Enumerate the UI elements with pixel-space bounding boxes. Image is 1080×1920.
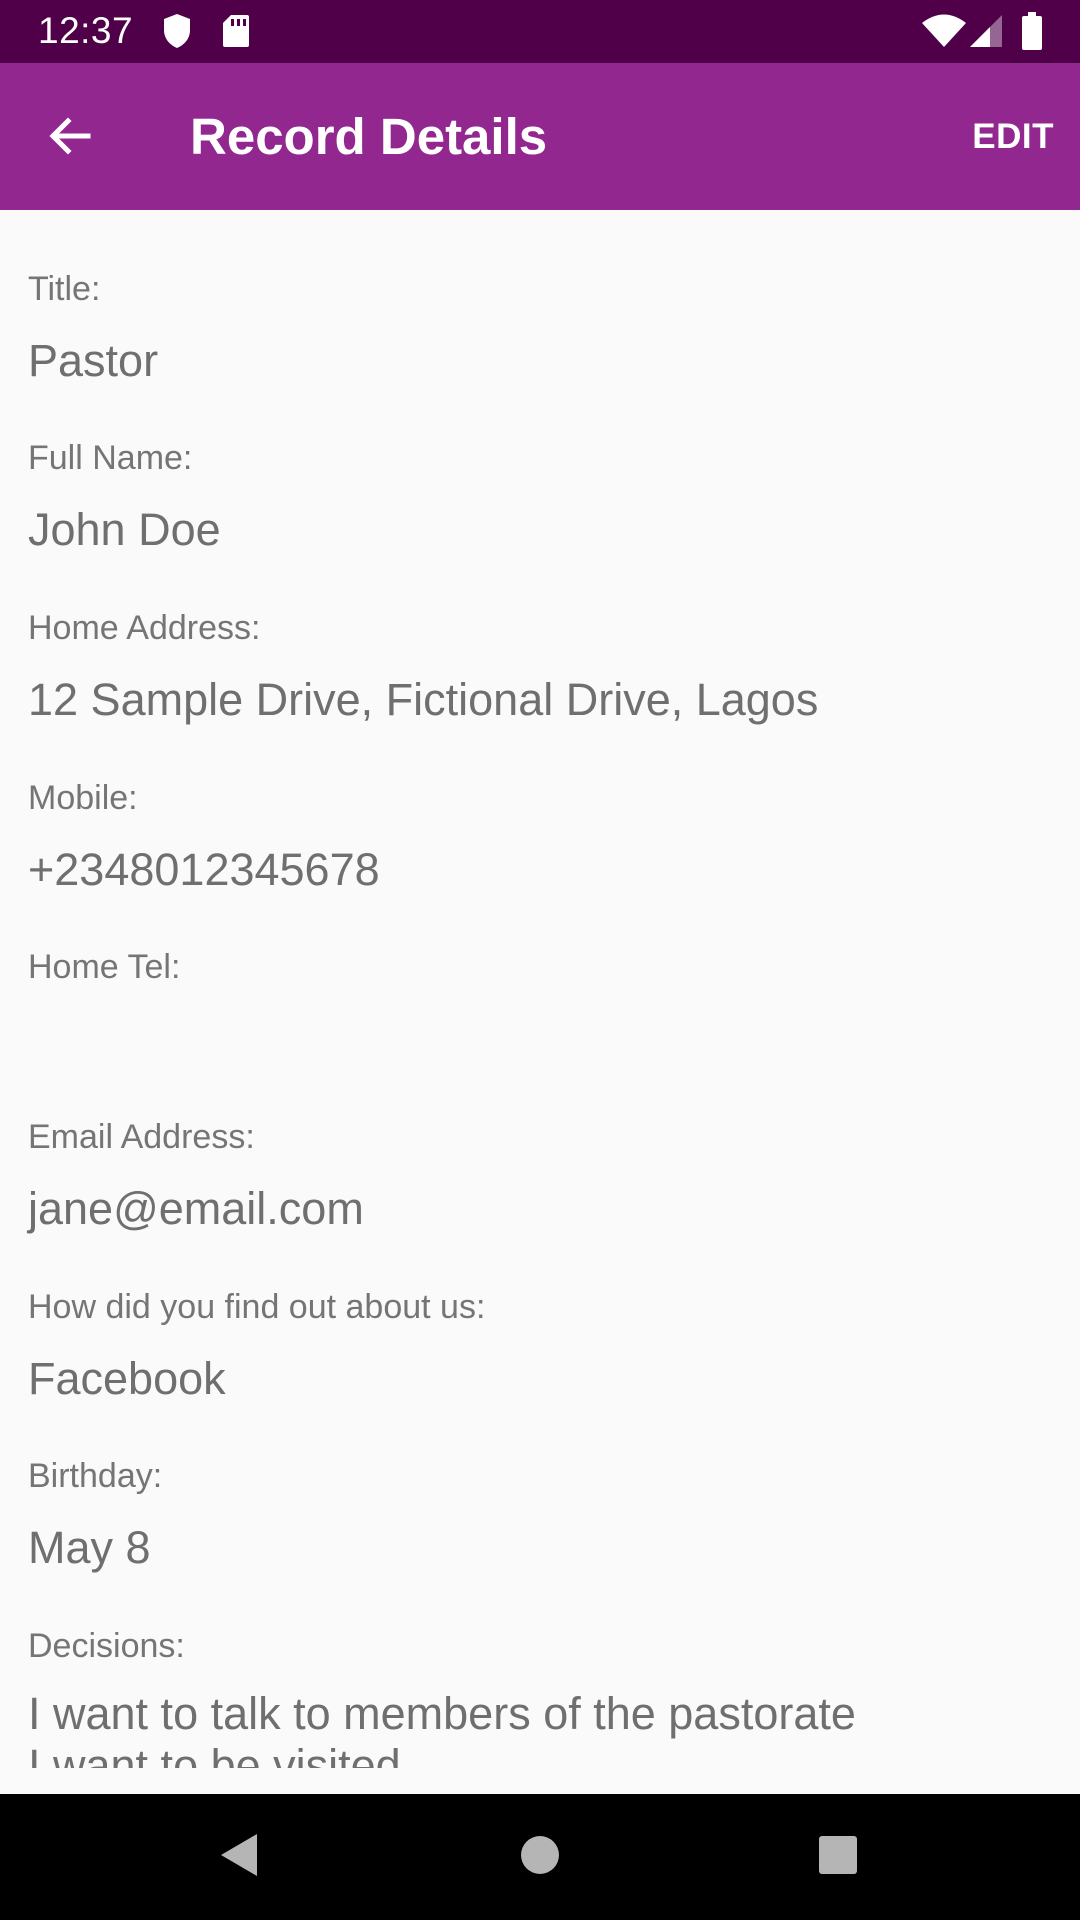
- birthday-label: Birthday:: [28, 1457, 163, 1495]
- system-nav-bar: [0, 1794, 1080, 1920]
- status-time: 12:37: [38, 10, 134, 51]
- record-details-content: Title: Pastor Full Name: John Doe Home A…: [0, 210, 1080, 1768]
- back-triangle-icon: [217, 1832, 259, 1883]
- mobile-value: +2348012345678: [28, 844, 380, 895]
- nav-home-button[interactable]: [500, 1822, 580, 1892]
- title-value: Pastor: [28, 335, 159, 386]
- page-title: Record Details: [190, 108, 548, 165]
- status-bar: 12:37: [0, 0, 1080, 63]
- edit-button[interactable]: EDIT: [972, 115, 1054, 159]
- home-tel-field: Home Tel:: [28, 947, 1058, 1013]
- birthday-field: Birthday: May 8: [28, 1456, 1058, 1574]
- arrow-back-icon: [46, 112, 94, 165]
- nav-back-button[interactable]: [198, 1822, 278, 1892]
- back-button[interactable]: [30, 98, 110, 178]
- email-label: Email Address:: [28, 1118, 255, 1156]
- mobile-label: Mobile:: [28, 779, 138, 817]
- referral-value: Facebook: [28, 1353, 226, 1404]
- wifi-icon: [921, 14, 967, 53]
- email-value: jane@email.com: [28, 1183, 364, 1234]
- full-name-value: John Doe: [28, 504, 221, 555]
- title-label: Title:: [28, 270, 101, 308]
- decisions-field: Decisions:: [28, 1626, 1058, 1666]
- home-address-field: Home Address: 12 Sample Drive, Fictional…: [28, 608, 1058, 726]
- full-name-field: Full Name: John Doe: [28, 438, 1058, 556]
- referral-label: How did you find out about us:: [28, 1288, 486, 1326]
- battery-icon: [1021, 11, 1043, 56]
- birthday-value: May 8: [28, 1522, 151, 1573]
- mobile-field: Mobile: +2348012345678: [28, 778, 1058, 896]
- cell-signal-icon: [968, 14, 1004, 53]
- title-field: Title: Pastor: [28, 269, 1058, 387]
- app-bar: Record Details EDIT: [0, 63, 1080, 210]
- home-tel-label: Home Tel:: [28, 948, 181, 986]
- shield-icon: [162, 13, 192, 54]
- decision-line: I want to be visited: [28, 1740, 401, 1768]
- sd-card-icon: [222, 14, 250, 53]
- full-name-label: Full Name:: [28, 439, 193, 477]
- decision-line: I want to talk to members of the pastora…: [28, 1688, 856, 1739]
- nav-recents-button[interactable]: [798, 1822, 878, 1892]
- home-address-value: 12 Sample Drive, Fictional Drive, Lagos: [28, 674, 819, 725]
- home-circle-icon: [520, 1835, 560, 1880]
- decisions-label: Decisions:: [28, 1627, 185, 1665]
- referral-field: How did you find out about us: Facebook: [28, 1287, 1058, 1405]
- recents-square-icon: [818, 1835, 858, 1880]
- decisions-values: I want to talk to members of the pastora…: [28, 1688, 1058, 1768]
- email-field: Email Address: jane@email.com: [28, 1117, 1058, 1235]
- home-address-label: Home Address:: [28, 609, 261, 647]
